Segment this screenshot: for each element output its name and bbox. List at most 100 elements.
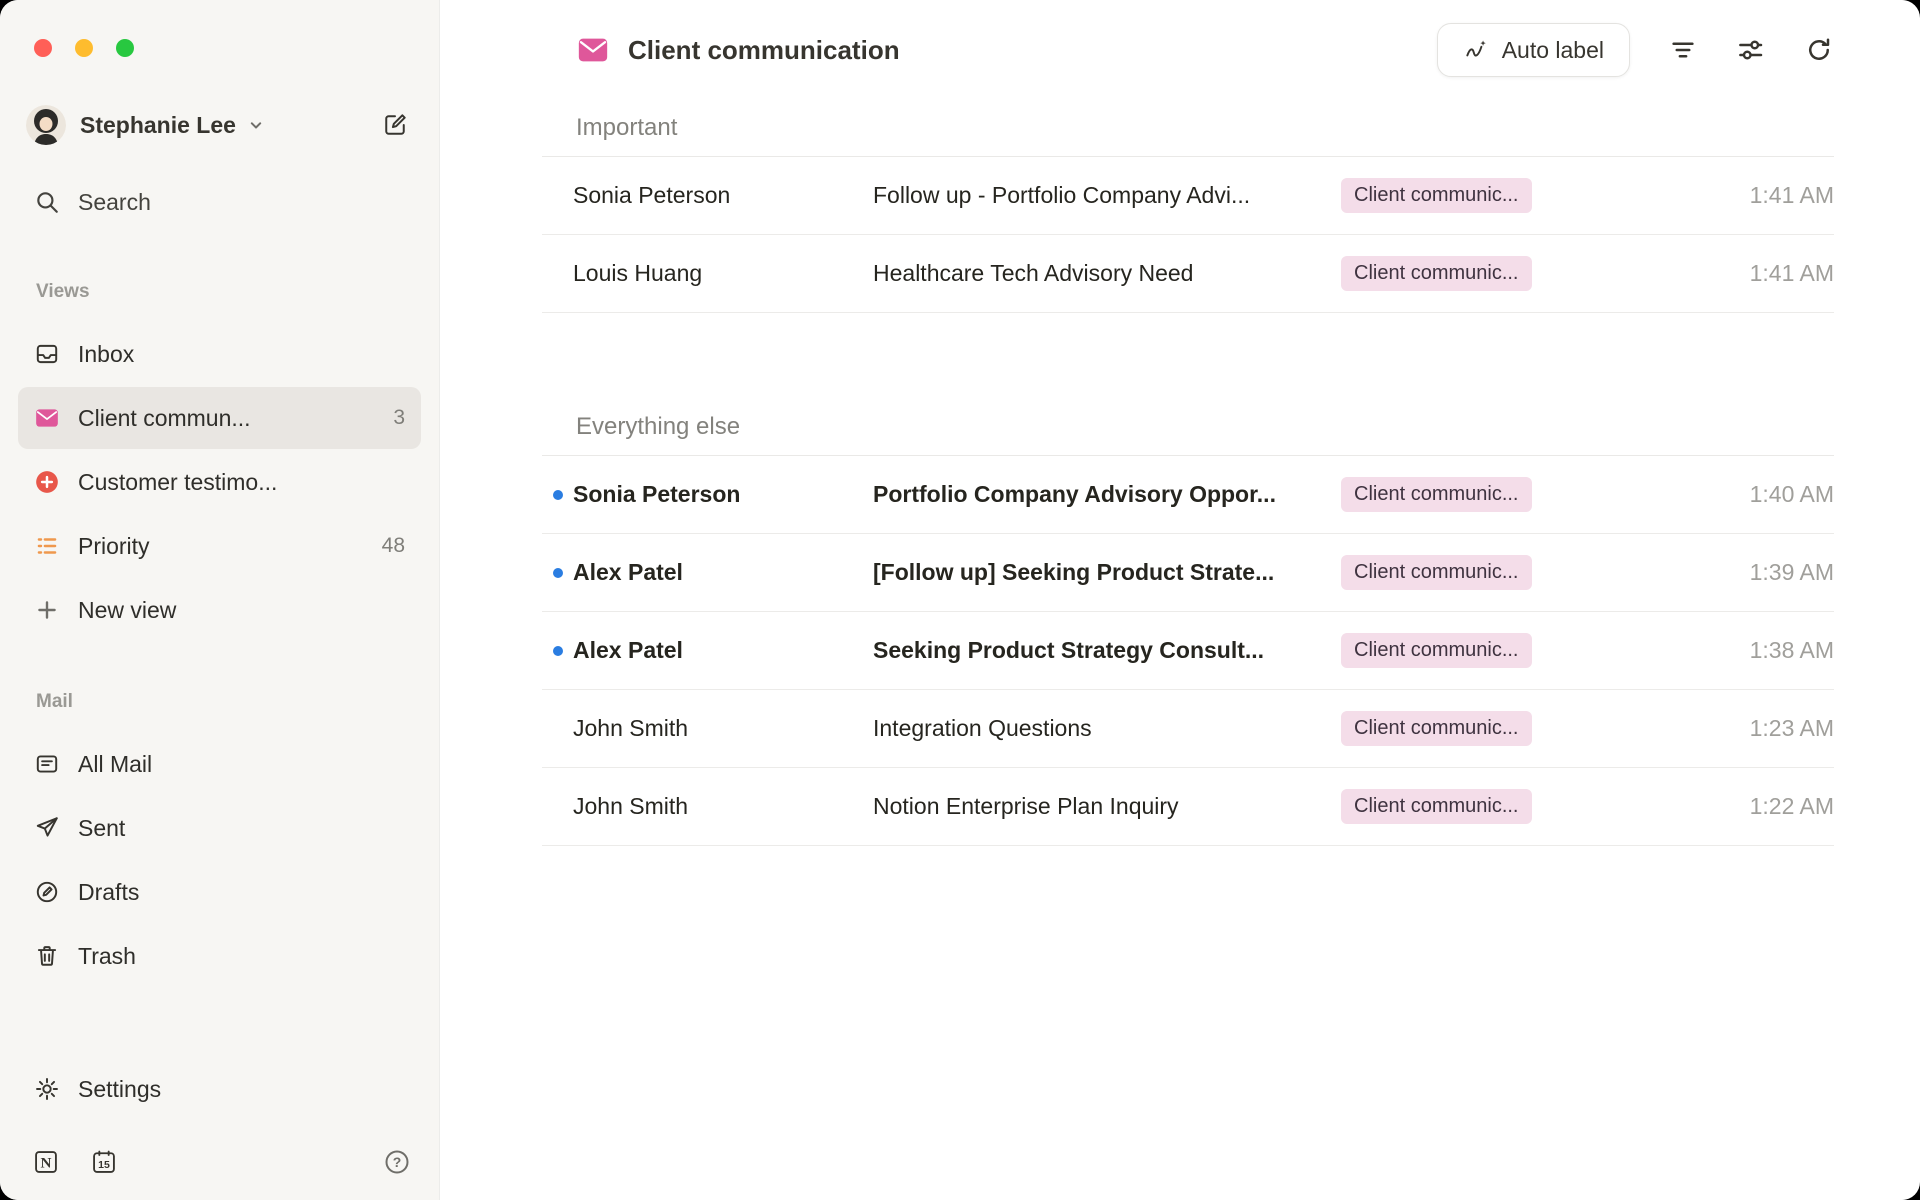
calendar-icon: 15 <box>90 1148 118 1176</box>
mail-list-pane: Client communication Auto label <box>440 0 1920 1200</box>
sidebar-item-label: Priority <box>78 533 150 560</box>
unread-indicator <box>542 269 573 279</box>
email-label-badge[interactable]: Client communic... <box>1341 633 1532 668</box>
email-sender: Sonia Peterson <box>573 182 873 209</box>
sidebar-item-label: Trash <box>78 943 136 970</box>
email-time: 1:41 AM <box>1750 260 1834 287</box>
email-time: 1:23 AM <box>1750 715 1834 742</box>
unread-indicator <box>542 802 573 812</box>
notion-app-button[interactable]: N <box>32 1148 60 1176</box>
search-icon <box>34 189 60 215</box>
all-mail-icon <box>34 751 60 777</box>
unread-indicator <box>542 724 573 734</box>
minimize-window-button[interactable] <box>75 39 93 57</box>
sidebar-item-drafts[interactable]: Drafts <box>18 861 421 923</box>
email-sender: Alex Patel <box>573 637 873 664</box>
sidebar-item-label: Sent <box>78 815 125 842</box>
sidebar-item-trash[interactable]: Trash <box>18 925 421 987</box>
sidebar-item-settings[interactable]: Settings <box>18 1058 421 1120</box>
email-label-badge[interactable]: Client communic... <box>1341 711 1532 746</box>
auto-label-wand-icon <box>1463 37 1489 63</box>
email-sender: Alex Patel <box>573 559 873 586</box>
page-title: Client communication <box>628 35 900 66</box>
email-row[interactable]: Alex Patel Seeking Product Strategy Cons… <box>542 612 1834 690</box>
email-label-badge[interactable]: Client communic... <box>1341 178 1532 213</box>
email-row[interactable]: Louis Huang Healthcare Tech Advisory Nee… <box>542 235 1834 313</box>
sidebar-item-label: Inbox <box>78 341 134 368</box>
email-row[interactable]: John Smith Integration Questions Client … <box>542 690 1834 768</box>
priority-list-icon <box>34 533 60 559</box>
search-button[interactable]: Search <box>18 173 421 231</box>
unread-indicator <box>542 490 573 500</box>
testimonial-plus-icon <box>34 469 60 495</box>
chevron-down-icon <box>246 115 266 135</box>
filter-icon <box>1668 35 1698 65</box>
email-subject: [Follow up] Seeking Product Strate... <box>873 559 1341 586</box>
sidebar-item-priority[interactable]: Priority 48 <box>18 515 421 577</box>
sidebar-item-label: Settings <box>78 1076 161 1103</box>
email-label-badge[interactable]: Client communic... <box>1341 789 1532 824</box>
email-row[interactable]: Alex Patel [Follow up] Seeking Product S… <box>542 534 1834 612</box>
sidebar-item-new-view[interactable]: New view <box>18 579 421 641</box>
email-label-badge[interactable]: Client communic... <box>1341 477 1532 512</box>
email-time: 1:40 AM <box>1750 481 1834 508</box>
email-time: 1:22 AM <box>1750 793 1834 820</box>
mail-pink-icon <box>576 33 610 67</box>
sidebar-item-label: Customer testimo... <box>78 469 277 496</box>
header-actions: Auto label <box>1437 23 1834 77</box>
compose-icon <box>381 111 409 139</box>
svg-text:15: 15 <box>98 1159 110 1171</box>
email-row[interactable]: Sonia Peterson Follow up - Portfolio Com… <box>542 157 1834 235</box>
auto-label-button[interactable]: Auto label <box>1437 23 1630 77</box>
sidebar-item-all-mail[interactable]: All Mail <box>18 733 421 795</box>
help-icon: ? <box>383 1148 411 1176</box>
account-switcher[interactable]: Stephanie Lee <box>26 101 415 149</box>
sidebar-item-client-communication[interactable]: Client commun... 3 <box>18 387 421 449</box>
display-settings-button[interactable] <box>1736 35 1766 65</box>
help-button[interactable]: ? <box>383 1148 411 1176</box>
email-subject: Notion Enterprise Plan Inquiry <box>873 793 1341 820</box>
sidebar-item-label: New view <box>78 597 176 624</box>
auto-label-label: Auto label <box>1502 37 1604 64</box>
sidebar-item-label: Client commun... <box>78 405 251 432</box>
compose-button[interactable] <box>381 111 409 139</box>
sliders-icon <box>1736 35 1766 65</box>
refresh-icon <box>1804 35 1834 65</box>
filter-button[interactable] <box>1668 35 1698 65</box>
unread-indicator <box>542 568 573 578</box>
sidebar-item-customer-testimonials[interactable]: Customer testimo... <box>18 451 421 513</box>
user-name: Stephanie Lee <box>80 112 236 139</box>
email-sender: Sonia Peterson <box>573 481 873 508</box>
email-label-badge[interactable]: Client communic... <box>1341 256 1532 291</box>
section-title: Important <box>542 114 1834 157</box>
email-row[interactable]: John Smith Notion Enterprise Plan Inquir… <box>542 768 1834 846</box>
email-subject: Healthcare Tech Advisory Need <box>873 260 1341 287</box>
close-window-button[interactable] <box>34 39 52 57</box>
email-subject: Follow up - Portfolio Company Advi... <box>873 182 1341 209</box>
refresh-button[interactable] <box>1804 35 1834 65</box>
draft-pencil-icon <box>34 879 60 905</box>
mail-pink-icon <box>34 405 60 431</box>
email-sender: John Smith <box>573 715 873 742</box>
priority-count-badge: 48 <box>382 534 405 558</box>
zoom-window-button[interactable] <box>116 39 134 57</box>
calendar-app-button[interactable]: 15 <box>90 1148 118 1176</box>
email-section-important: Important Sonia Peterson Follow up - Por… <box>542 114 1834 313</box>
email-time: 1:41 AM <box>1750 182 1834 209</box>
sidebar: Stephanie Lee Search Views In <box>0 0 440 1200</box>
sidebar-item-label: Drafts <box>78 879 139 906</box>
search-label: Search <box>78 189 151 216</box>
sidebar-item-label: All Mail <box>78 751 152 778</box>
section-title: Everything else <box>542 413 1834 456</box>
email-sender: Louis Huang <box>573 260 873 287</box>
email-row[interactable]: Sonia Peterson Portfolio Company Advisor… <box>542 456 1834 534</box>
gear-icon <box>34 1076 60 1102</box>
email-label-badge[interactable]: Client communic... <box>1341 555 1532 590</box>
sidebar-item-inbox[interactable]: Inbox <box>18 323 421 385</box>
window-controls <box>34 39 421 57</box>
sidebar-item-sent[interactable]: Sent <box>18 797 421 859</box>
sidebar-footer: N 15 ? <box>18 1122 421 1176</box>
email-subject: Seeking Product Strategy Consult... <box>873 637 1341 664</box>
email-time: 1:39 AM <box>1750 559 1834 586</box>
sidebar-section-mail: Mail <box>36 691 421 713</box>
